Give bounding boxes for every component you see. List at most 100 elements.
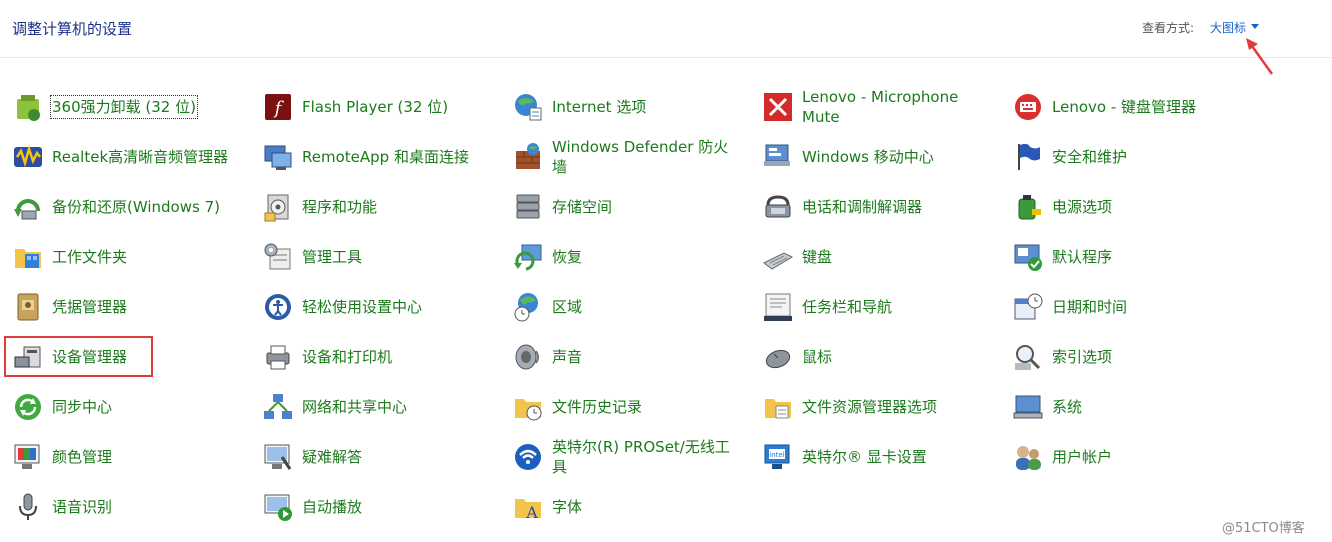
control-panel-item-label: 文件历史记录 bbox=[552, 398, 643, 416]
indexing-icon bbox=[1012, 341, 1044, 373]
control-panel-item-label: 任务栏和导航 bbox=[802, 298, 893, 316]
programs-icon bbox=[262, 191, 294, 223]
control-panel-item-label: 设备和打印机 bbox=[302, 348, 393, 366]
control-panel-item[interactable]: 键盘 bbox=[750, 234, 990, 280]
control-panel-item[interactable]: 设备和打印机 bbox=[250, 334, 490, 380]
keyboard-icon bbox=[762, 241, 794, 273]
network-icon bbox=[262, 391, 294, 423]
control-panel-item-label: 鼠标 bbox=[802, 348, 833, 366]
control-panel-item[interactable]: 电源选项 bbox=[1000, 184, 1240, 230]
globe-options-icon bbox=[512, 91, 544, 123]
control-panel-item-label: 文件资源管理器选项 bbox=[802, 398, 938, 416]
view-by-dropdown[interactable]: 大图标 bbox=[1210, 19, 1246, 36]
control-panel-item[interactable]: 文件历史记录 bbox=[500, 384, 740, 430]
control-panel-item-label: 英特尔® 显卡设置 bbox=[802, 448, 927, 466]
user-accounts-icon bbox=[1012, 441, 1044, 473]
control-panel-item[interactable]: 凭据管理器 bbox=[0, 284, 240, 330]
control-panel-item[interactable]: A 字体 bbox=[500, 484, 740, 530]
control-panel-item-label: Internet 选项 bbox=[552, 98, 647, 116]
control-panel-item[interactable]: 工作文件夹 bbox=[0, 234, 240, 280]
annotation-arrow-icon bbox=[1246, 38, 1274, 75]
control-panel-item-label: 电源选项 bbox=[1052, 198, 1113, 216]
control-panel-item-label: 字体 bbox=[552, 498, 583, 516]
control-panel-item-label: 日期和时间 bbox=[1052, 298, 1128, 316]
control-panel-item-label: Windows 移动中心 bbox=[802, 148, 934, 166]
control-panel-item[interactable]: 声音 bbox=[500, 334, 740, 380]
control-panel-item[interactable]: 默认程序 bbox=[1000, 234, 1240, 280]
control-panel-item[interactable]: Lenovo - 键盘管理器 bbox=[1000, 84, 1240, 130]
control-panel-item[interactable]: Windows 移动中心 bbox=[750, 134, 990, 180]
control-panel-item[interactable]: 存储空间 bbox=[500, 184, 740, 230]
control-panel-item-label: Windows Defender 防火墙 bbox=[552, 138, 729, 176]
control-panel-item[interactable]: 日期和时间 bbox=[1000, 284, 1240, 330]
control-panel-item[interactable]: Lenovo - Microphone Mute bbox=[750, 84, 990, 130]
control-panel-item-label: 自动播放 bbox=[302, 498, 363, 516]
control-panel-item-label: 电话和调制解调器 bbox=[802, 198, 923, 216]
control-panel-item-label: 存储空间 bbox=[552, 198, 613, 216]
control-panel-item[interactable]: 任务栏和导航 bbox=[750, 284, 990, 330]
control-panel-item-label: 疑难解答 bbox=[302, 448, 363, 466]
control-panel-item[interactable]: 用户帐户 bbox=[1000, 434, 1240, 480]
taskbar-icon bbox=[762, 291, 794, 323]
control-panel-item[interactable]: 自动播放 bbox=[250, 484, 490, 530]
speaker-icon bbox=[512, 341, 544, 373]
control-panel-item-label: 360强力卸载 (32 位) bbox=[50, 95, 198, 119]
control-panel-item[interactable]: 语音识别 bbox=[0, 484, 240, 530]
control-panel-item[interactable]: 电话和调制解调器 bbox=[750, 184, 990, 230]
control-panel-item[interactable]: 颜色管理 bbox=[0, 434, 240, 480]
control-panel-item[interactable]: 区域 bbox=[500, 284, 740, 330]
control-panel-item[interactable]: Realtek高清晰音频管理器 bbox=[0, 134, 240, 180]
control-panel-item-label: 区域 bbox=[552, 298, 583, 316]
control-panel-item[interactable]: 同步中心 bbox=[0, 384, 240, 430]
control-panel-item[interactable]: Internet 选项 bbox=[500, 84, 740, 130]
control-panel-item[interactable]: 轻松使用设置中心 bbox=[250, 284, 490, 330]
control-panel-item[interactable]: 鼠标 bbox=[750, 334, 990, 380]
mouse-icon bbox=[762, 341, 794, 373]
backup-icon bbox=[12, 191, 44, 223]
control-panel-item-label: 颜色管理 bbox=[52, 448, 113, 466]
control-panel-item[interactable]: 360强力卸载 (32 位) bbox=[0, 84, 240, 130]
region-icon bbox=[512, 291, 544, 323]
control-panel-item-label: 键盘 bbox=[802, 248, 833, 266]
svg-text:intel: intel bbox=[769, 451, 784, 459]
control-panel-item[interactable]: 备份和还原(Windows 7) bbox=[0, 184, 240, 230]
credential-icon bbox=[12, 291, 44, 323]
svg-text:A: A bbox=[525, 503, 538, 522]
control-panel-item-label: 凭据管理器 bbox=[52, 298, 128, 316]
flag-icon bbox=[1012, 141, 1044, 173]
control-panel-item[interactable]: 安全和维护 bbox=[1000, 134, 1240, 180]
control-panel-item[interactable]: f Flash Player (32 位) bbox=[250, 84, 490, 130]
troubleshoot-icon bbox=[262, 441, 294, 473]
control-panel-item-label: 系统 bbox=[1052, 398, 1083, 416]
control-panel-item[interactable]: 管理工具 bbox=[250, 234, 490, 280]
annotation-highlight-box bbox=[4, 336, 153, 377]
control-panel-item[interactable]: 系统 bbox=[1000, 384, 1240, 430]
control-panel-item[interactable]: intel 英特尔® 显卡设置 bbox=[750, 434, 990, 480]
header: 调整计算机的设置 查看方式: 大图标 bbox=[0, 0, 1332, 58]
chevron-down-icon[interactable] bbox=[1251, 24, 1259, 29]
wireless-icon bbox=[512, 441, 544, 473]
control-panel-item-label: 程序和功能 bbox=[302, 198, 378, 216]
control-panel-item[interactable]: 英特尔(R) PROSet/无线工具 bbox=[500, 434, 740, 480]
admin-tools-icon bbox=[262, 241, 294, 273]
control-panel-item[interactable]: Windows Defender 防火墙 bbox=[500, 134, 740, 180]
mobility-center-icon bbox=[762, 141, 794, 173]
control-panel-item[interactable]: 恢复 bbox=[500, 234, 740, 280]
intel-graphics-icon: intel bbox=[762, 441, 794, 473]
control-panel-item[interactable]: 程序和功能 bbox=[250, 184, 490, 230]
color-management-icon bbox=[12, 441, 44, 473]
control-panel-item-label: 网络和共享中心 bbox=[302, 398, 408, 416]
ease-of-access-icon bbox=[262, 291, 294, 323]
control-panel-item-label: 备份和还原(Windows 7) bbox=[52, 198, 220, 216]
control-panel-item[interactable]: 文件资源管理器选项 bbox=[750, 384, 990, 430]
control-panel-item[interactable]: RemoteApp 和桌面连接 bbox=[250, 134, 490, 180]
control-panel-item[interactable]: 索引选项 bbox=[1000, 334, 1240, 380]
control-panel-item-label: 恢复 bbox=[552, 248, 583, 266]
system-icon bbox=[1012, 391, 1044, 423]
view-by-label: 查看方式: bbox=[1142, 21, 1195, 35]
control-panel-item[interactable]: 网络和共享中心 bbox=[250, 384, 490, 430]
sync-icon bbox=[12, 391, 44, 423]
control-panel-item-label: 同步中心 bbox=[52, 398, 113, 416]
storage-icon bbox=[512, 191, 544, 223]
control-panel-item[interactable]: 疑难解答 bbox=[250, 434, 490, 480]
